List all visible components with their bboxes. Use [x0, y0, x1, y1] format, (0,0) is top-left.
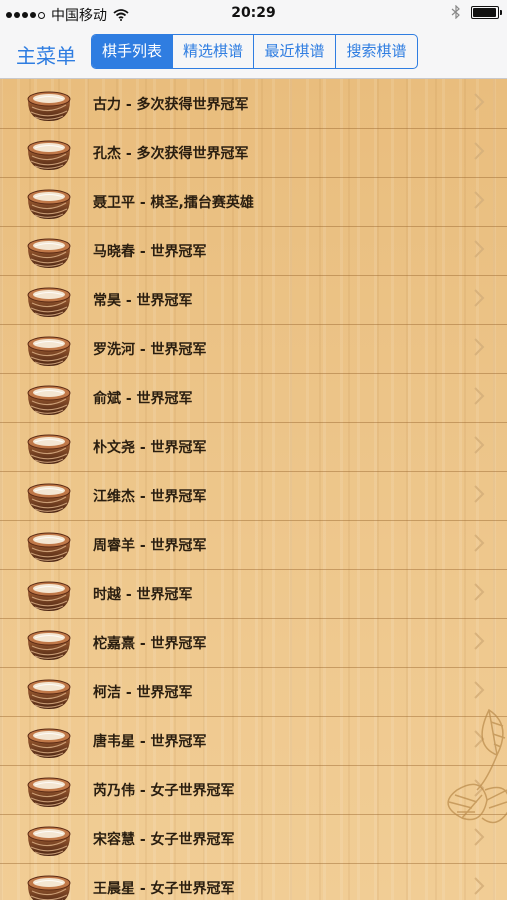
- player-list[interactable]: 王晨星 - 女子世界冠军 宋容慧 - 女子世界冠军 芮乃伟 - 女子世界冠军 唐韦星 …: [0, 79, 507, 900]
- segmented-control: 棋手列表 精选棋谱 最近棋谱 搜索棋谱: [91, 34, 418, 69]
- go-stone-bowl-icon: [27, 140, 71, 170]
- chevron-right-icon: [474, 681, 485, 699]
- list-item[interactable]: 柁嘉熹 - 世界冠军: [0, 618, 507, 668]
- player-name-label: 古力 - 多次获得世界冠军: [93, 97, 249, 113]
- chevron-right-icon: [474, 632, 485, 650]
- list-item[interactable]: 王晨星 - 女子世界冠军: [0, 863, 507, 900]
- player-name-label: 时越 - 世界冠军: [93, 587, 193, 603]
- main-menu-button[interactable]: 主菜单: [16, 40, 76, 69]
- go-stone-bowl-icon: [27, 532, 71, 562]
- navigation-bar: 主菜单 棋手列表 精选棋谱 最近棋谱 搜索棋谱: [0, 28, 507, 79]
- chevron-right-icon: [474, 534, 485, 552]
- player-name-label: 聂卫平 - 棋圣,擂台赛英雄: [93, 195, 254, 211]
- tab-search-games[interactable]: 搜索棋谱: [335, 35, 417, 68]
- chevron-right-icon: [474, 485, 485, 503]
- chevron-right-icon: [474, 338, 485, 356]
- list-item[interactable]: 孔杰 - 多次获得世界冠军: [0, 128, 507, 178]
- go-stone-bowl-icon: [27, 581, 71, 611]
- go-stone-bowl-icon: [27, 826, 71, 856]
- list-item[interactable]: 马晓春 - 世界冠军: [0, 226, 507, 276]
- clock: 20:29: [231, 5, 276, 21]
- chevron-right-icon: [474, 289, 485, 307]
- go-stone-bowl-icon: [27, 91, 71, 121]
- player-name-label: 王晨星 - 女子世界冠军: [93, 881, 235, 897]
- chevron-right-icon: [474, 387, 485, 405]
- player-name-label: 江维杰 - 世界冠军: [93, 489, 207, 505]
- player-name-label: 柯洁 - 世界冠军: [93, 685, 193, 701]
- go-stone-bowl-icon: [27, 434, 71, 464]
- player-name-label: 唐韦星 - 世界冠军: [93, 734, 207, 750]
- list-item[interactable]: 时越 - 世界冠军: [0, 569, 507, 619]
- list-item[interactable]: 古力 - 多次获得世界冠军: [0, 79, 507, 129]
- go-stone-bowl-icon: [27, 189, 71, 219]
- go-stone-bowl-icon: [27, 238, 71, 268]
- player-name-label: 马晓春 - 世界冠军: [93, 244, 207, 260]
- chevron-right-icon: [474, 583, 485, 601]
- go-stone-bowl-icon: [27, 777, 71, 807]
- player-name-label: 柁嘉熹 - 世界冠军: [93, 636, 207, 652]
- go-stone-bowl-icon: [27, 483, 71, 513]
- player-name-label: 宋容慧 - 女子世界冠军: [93, 832, 235, 848]
- list-item[interactable]: 罗洗河 - 世界冠军: [0, 324, 507, 374]
- list-item[interactable]: 柯洁 - 世界冠军: [0, 667, 507, 717]
- list-item[interactable]: 俞斌 - 世界冠军: [0, 373, 507, 423]
- player-name-label: 常昊 - 世界冠军: [93, 293, 193, 309]
- list-item[interactable]: 宋容慧 - 女子世界冠军: [0, 814, 507, 864]
- chevron-right-icon: [474, 142, 485, 160]
- list-item[interactable]: 常昊 - 世界冠军: [0, 275, 507, 325]
- chevron-right-icon: [474, 436, 485, 454]
- chevron-right-icon: [474, 191, 485, 209]
- tab-featured-games[interactable]: 精选棋谱: [172, 35, 253, 68]
- list-item[interactable]: 唐韦星 - 世界冠军: [0, 716, 507, 766]
- list-item[interactable]: 芮乃伟 - 女子世界冠军: [0, 765, 507, 815]
- chevron-right-icon: [474, 240, 485, 258]
- list-item[interactable]: 朴文尧 - 世界冠军: [0, 422, 507, 472]
- go-stone-bowl-icon: [27, 336, 71, 366]
- player-name-label: 芮乃伟 - 女子世界冠军: [93, 783, 235, 799]
- go-stone-bowl-icon: [27, 728, 71, 758]
- player-name-label: 罗洗河 - 世界冠军: [93, 342, 207, 358]
- go-stone-bowl-icon: [27, 630, 71, 660]
- status-right: [451, 5, 502, 19]
- player-name-label: 朴文尧 - 世界冠军: [93, 440, 207, 456]
- battery-icon: [471, 5, 502, 19]
- player-name-label: 周睿羊 - 世界冠军: [93, 538, 207, 554]
- chevron-right-icon: [474, 93, 485, 111]
- list-item[interactable]: 聂卫平 - 棋圣,擂台赛英雄: [0, 177, 507, 227]
- status-bar: 中国移动 20:29: [0, 0, 507, 28]
- go-stone-bowl-icon: [27, 875, 71, 900]
- leaf-decoration-icon: [447, 708, 507, 824]
- player-name-label: 孔杰 - 多次获得世界冠军: [93, 146, 249, 162]
- player-name-label: 俞斌 - 世界冠军: [93, 391, 193, 407]
- list-item[interactable]: 周睿羊 - 世界冠军: [0, 520, 507, 570]
- go-stone-bowl-icon: [27, 385, 71, 415]
- tab-player-list[interactable]: 棋手列表: [92, 35, 172, 68]
- bluetooth-icon: [451, 5, 460, 19]
- list-item[interactable]: 江维杰 - 世界冠军: [0, 471, 507, 521]
- go-stone-bowl-icon: [27, 679, 71, 709]
- go-stone-bowl-icon: [27, 287, 71, 317]
- tab-recent-games[interactable]: 最近棋谱: [253, 35, 335, 68]
